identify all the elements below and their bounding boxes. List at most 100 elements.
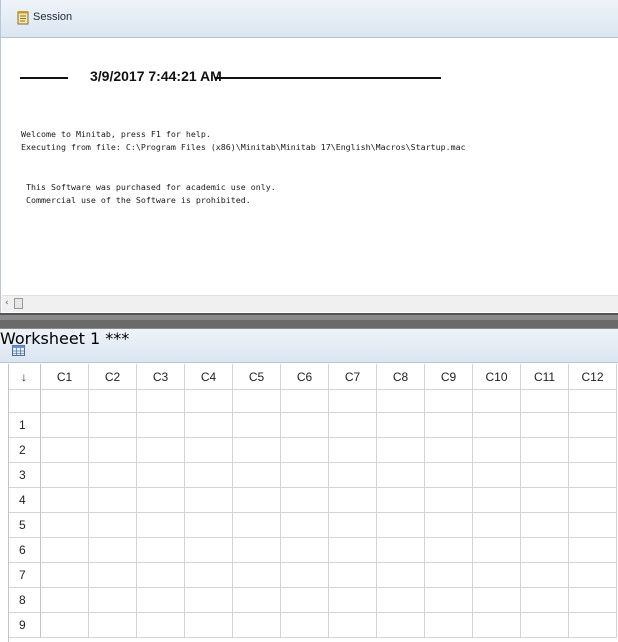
data-cell[interactable] xyxy=(425,538,473,563)
row-number[interactable]: 9 xyxy=(8,613,41,638)
data-cell[interactable] xyxy=(377,563,425,588)
data-cell[interactable] xyxy=(473,538,521,563)
data-cell[interactable] xyxy=(425,513,473,538)
data-cell[interactable] xyxy=(185,438,233,463)
data-cell[interactable] xyxy=(41,513,89,538)
data-cell[interactable] xyxy=(137,588,185,613)
data-cell[interactable] xyxy=(281,563,329,588)
data-cell[interactable] xyxy=(329,413,377,438)
column-header-c1[interactable]: C1 xyxy=(41,364,89,390)
data-cell[interactable] xyxy=(473,588,521,613)
data-cell[interactable] xyxy=(425,563,473,588)
column-header-c9[interactable]: C9 xyxy=(425,364,473,390)
data-cell[interactable] xyxy=(233,613,281,638)
session-horizontal-scrollbar[interactable]: ‹ xyxy=(2,295,618,312)
data-cell[interactable] xyxy=(137,488,185,513)
data-cell[interactable] xyxy=(233,513,281,538)
data-cell[interactable] xyxy=(473,488,521,513)
column-header-c4[interactable]: C4 xyxy=(185,364,233,390)
column-name-cell[interactable] xyxy=(281,390,329,413)
data-cell[interactable] xyxy=(185,413,233,438)
data-cell[interactable] xyxy=(233,438,281,463)
scroll-left-arrow-icon[interactable]: ‹ xyxy=(5,298,9,308)
data-cell[interactable] xyxy=(281,413,329,438)
column-name-cell[interactable] xyxy=(425,390,473,413)
data-cell[interactable] xyxy=(89,588,137,613)
data-cell[interactable] xyxy=(425,488,473,513)
data-cell[interactable] xyxy=(377,513,425,538)
data-cell[interactable] xyxy=(521,613,569,638)
data-cell[interactable] xyxy=(89,438,137,463)
data-cell[interactable] xyxy=(377,413,425,438)
data-cell[interactable] xyxy=(569,613,617,638)
column-header-c10[interactable]: C10 xyxy=(473,364,521,390)
row-number[interactable]: 6 xyxy=(8,538,41,563)
column-name-cell[interactable] xyxy=(41,390,89,413)
data-cell[interactable] xyxy=(233,588,281,613)
data-cell[interactable] xyxy=(329,563,377,588)
data-cell[interactable] xyxy=(281,588,329,613)
data-cell[interactable] xyxy=(41,588,89,613)
data-cell[interactable] xyxy=(89,463,137,488)
data-cell[interactable] xyxy=(233,488,281,513)
data-cell[interactable] xyxy=(281,438,329,463)
data-cell[interactable] xyxy=(281,513,329,538)
data-cell[interactable] xyxy=(41,413,89,438)
column-header-c8[interactable]: C8 xyxy=(377,364,425,390)
data-cell[interactable] xyxy=(329,538,377,563)
data-cell[interactable] xyxy=(569,463,617,488)
column-name-cell[interactable] xyxy=(329,390,377,413)
data-cell[interactable] xyxy=(521,563,569,588)
data-cell[interactable] xyxy=(425,613,473,638)
data-cell[interactable] xyxy=(233,538,281,563)
data-cell[interactable] xyxy=(569,413,617,438)
row-number[interactable]: 7 xyxy=(8,563,41,588)
data-cell[interactable] xyxy=(233,463,281,488)
data-cell[interactable] xyxy=(377,613,425,638)
data-cell[interactable] xyxy=(521,463,569,488)
data-cell[interactable] xyxy=(137,413,185,438)
data-cell[interactable] xyxy=(329,613,377,638)
data-cell[interactable] xyxy=(41,488,89,513)
data-cell[interactable] xyxy=(377,438,425,463)
data-cell[interactable] xyxy=(329,588,377,613)
data-cell[interactable] xyxy=(233,413,281,438)
data-cell[interactable] xyxy=(329,488,377,513)
data-cell[interactable] xyxy=(521,413,569,438)
column-name-cell[interactable] xyxy=(473,390,521,413)
data-cell[interactable] xyxy=(329,513,377,538)
data-cell[interactable] xyxy=(89,613,137,638)
corner-cell[interactable]: ↓ xyxy=(8,364,41,390)
data-cell[interactable] xyxy=(41,463,89,488)
column-name-cell[interactable] xyxy=(521,390,569,413)
data-cell[interactable] xyxy=(473,613,521,638)
data-cell[interactable] xyxy=(233,563,281,588)
data-cell[interactable] xyxy=(521,538,569,563)
column-header-c5[interactable]: C5 xyxy=(233,364,281,390)
data-cell[interactable] xyxy=(377,588,425,613)
data-cell[interactable] xyxy=(569,563,617,588)
data-cell[interactable] xyxy=(473,463,521,488)
data-cell[interactable] xyxy=(377,463,425,488)
data-cell[interactable] xyxy=(137,463,185,488)
data-cell[interactable] xyxy=(137,563,185,588)
data-cell[interactable] xyxy=(281,613,329,638)
row-number[interactable]: 4 xyxy=(8,488,41,513)
data-cell[interactable] xyxy=(89,413,137,438)
session-titlebar[interactable]: Session xyxy=(1,0,618,38)
data-cell[interactable] xyxy=(137,613,185,638)
data-cell[interactable] xyxy=(425,588,473,613)
data-cell[interactable] xyxy=(185,463,233,488)
data-cell[interactable] xyxy=(185,588,233,613)
data-cell[interactable] xyxy=(377,488,425,513)
data-cell[interactable] xyxy=(473,513,521,538)
data-cell[interactable] xyxy=(89,513,137,538)
data-cell[interactable] xyxy=(281,538,329,563)
data-cell[interactable] xyxy=(425,438,473,463)
data-cell[interactable] xyxy=(329,463,377,488)
column-header-c12[interactable]: C12 xyxy=(569,364,617,390)
data-cell[interactable] xyxy=(41,538,89,563)
data-cell[interactable] xyxy=(569,538,617,563)
column-name-cell[interactable] xyxy=(569,390,617,413)
row-number[interactable]: 3 xyxy=(8,463,41,488)
